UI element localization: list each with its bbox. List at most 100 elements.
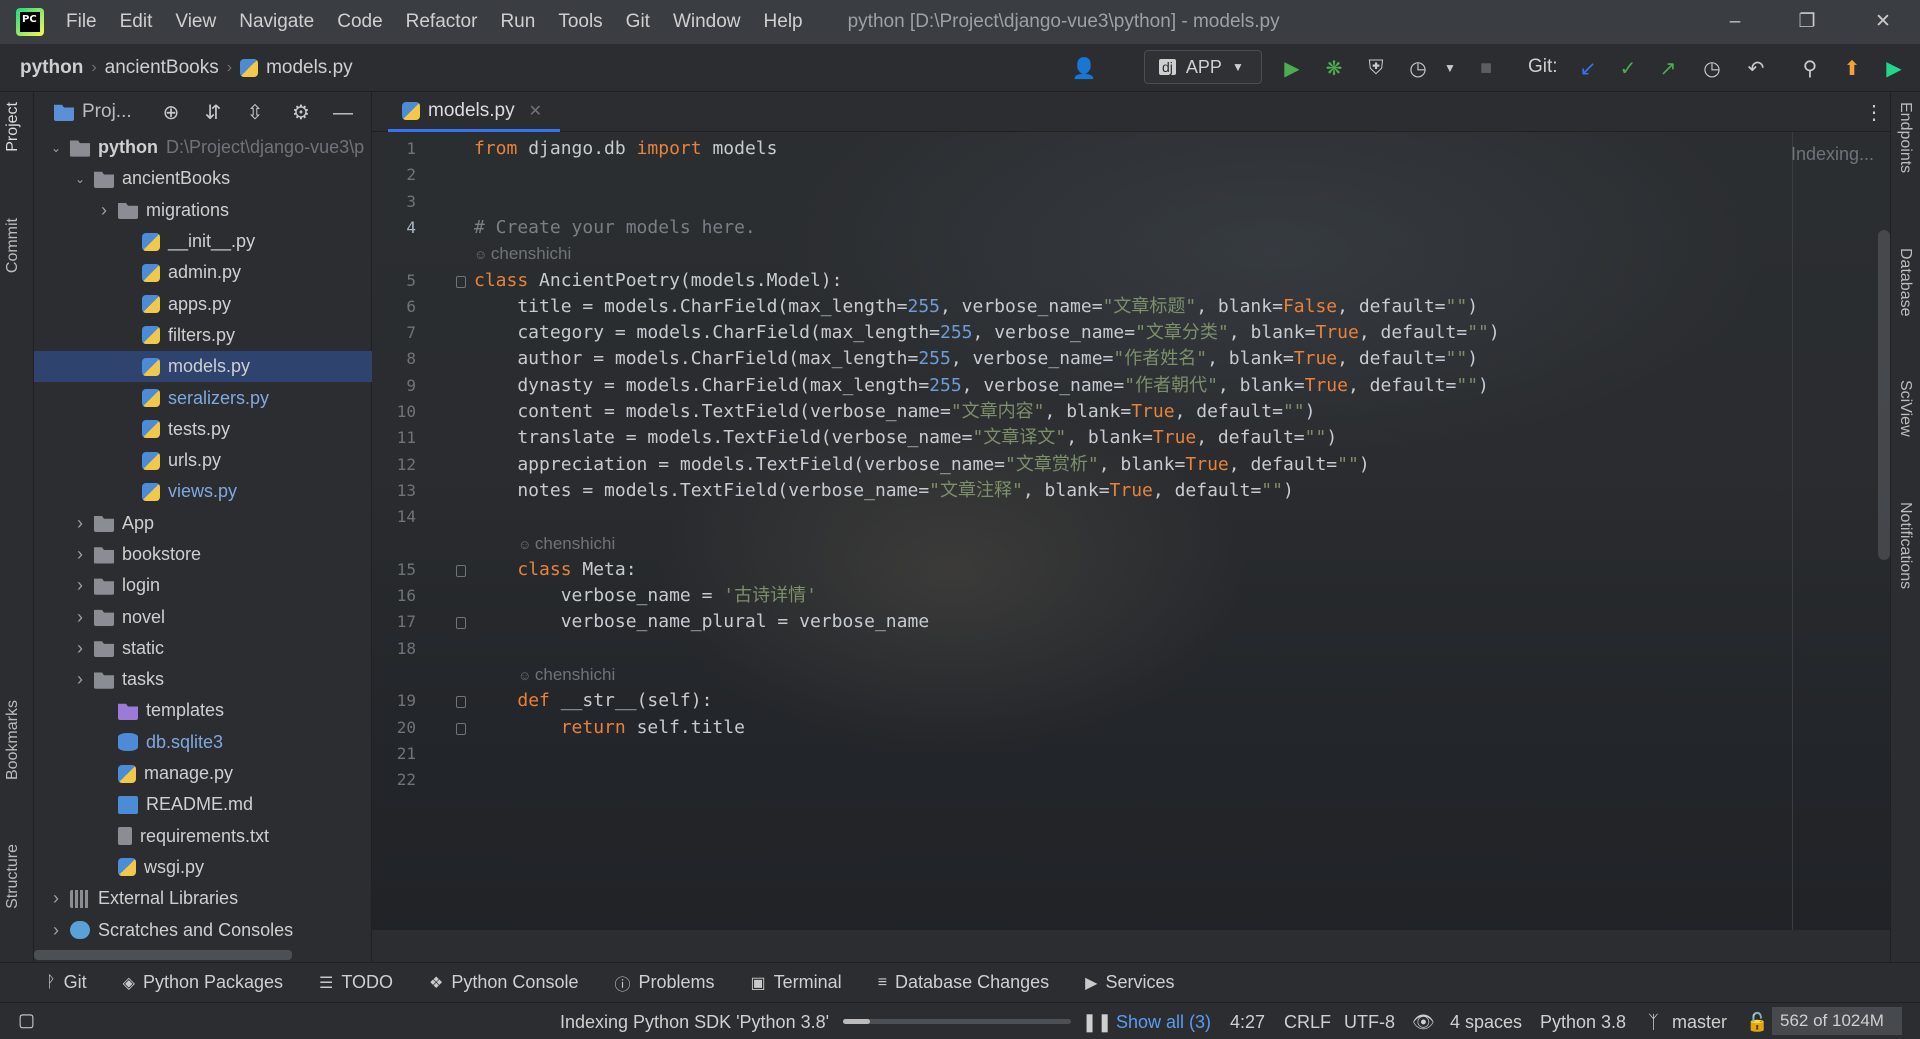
line-separator[interactable]: CRLF	[1284, 1012, 1331, 1033]
tree-item--init-py[interactable]: __init__.py	[34, 226, 372, 257]
tree-item-tasks[interactable]: › tasks	[34, 664, 372, 695]
tree-item-readme-md[interactable]: README.md	[34, 789, 372, 820]
tree-item-scratches-and-consoles[interactable]: › Scratches and Consoles	[34, 914, 372, 945]
lock-icon[interactable]: 🔓	[1746, 1012, 1768, 1033]
menu-file[interactable]: File	[66, 11, 97, 33]
tree-item-manage-py[interactable]: manage.py	[34, 758, 372, 789]
tab-notifications[interactable]: Notifications	[1896, 502, 1914, 589]
gear-icon[interactable]: ⚙	[288, 100, 314, 126]
tree-item-filters-py[interactable]: filters.py	[34, 320, 372, 351]
menu-tools[interactable]: Tools	[558, 11, 602, 33]
jetbrains-toolbox-icon[interactable]: ▶	[1880, 54, 1908, 82]
breadcrumb-folder[interactable]: ancientBooks	[105, 57, 219, 79]
coverage-icon[interactable]: ⛨	[1362, 54, 1390, 82]
hide-panel-icon[interactable]: —	[330, 100, 356, 126]
tree-item-seralizers-py[interactable]: seralizers.py	[34, 382, 372, 413]
tab-sciview[interactable]: SciView	[1896, 380, 1914, 437]
tree-item-tests-py[interactable]: tests.py	[34, 414, 372, 445]
tree-item-python[interactable]: ⌄ python D:\Project\django-vue3\p	[34, 132, 372, 163]
menu-edit[interactable]: Edit	[120, 11, 153, 33]
tool-terminal[interactable]: ▣ Terminal	[751, 972, 842, 993]
tool-services[interactable]: ▶ Services	[1085, 972, 1174, 993]
tool-python-console[interactable]: ❖ Python Console	[429, 972, 578, 993]
author-inlay-hint[interactable]: ☺ chenshichi	[518, 663, 615, 687]
author-inlay-hint[interactable]: ☺ chenshichi	[518, 532, 615, 556]
history-icon[interactable]: ◷	[1698, 54, 1726, 82]
user-icon[interactable]: 👤	[1070, 54, 1098, 82]
menu-help[interactable]: Help	[764, 11, 803, 33]
menu-git[interactable]: Git	[626, 11, 650, 33]
menu-navigate[interactable]: Navigate	[239, 11, 314, 33]
tool-database-changes[interactable]: ≡ Database Changes	[878, 972, 1049, 993]
python-interpreter[interactable]: Python 3.8	[1540, 1012, 1626, 1033]
editor-scrollbar[interactable]	[1878, 230, 1890, 560]
tree-item-external-libraries[interactable]: › External Libraries	[34, 883, 372, 914]
tab-database[interactable]: Database	[1896, 248, 1914, 317]
menu-code[interactable]: Code	[337, 11, 382, 33]
menu-window[interactable]: Window	[673, 11, 741, 33]
locate-file-icon[interactable]: ⊕	[158, 100, 184, 126]
tree-item-urls-py[interactable]: urls.py	[34, 445, 372, 476]
file-encoding[interactable]: UTF-8	[1344, 1012, 1395, 1033]
chevron-down-icon[interactable]: ⌄	[48, 141, 64, 155]
tree-item-db-sqlite3[interactable]: db.sqlite3	[34, 727, 372, 758]
tree-horizontal-scrollbar[interactable]	[34, 950, 292, 960]
tree-item-models-py[interactable]: models.py	[34, 351, 372, 383]
git-update-icon[interactable]: ↙	[1574, 54, 1602, 82]
chevron-right-icon[interactable]: ›	[72, 669, 88, 690]
tool-problems[interactable]: ⓘ Problems	[614, 971, 714, 995]
tab-models-py[interactable]: models.py ✕	[388, 92, 561, 132]
git-commit-icon[interactable]: ✓	[1614, 54, 1642, 82]
chevron-right-icon[interactable]: ›	[72, 544, 88, 565]
tree-item-bookstore[interactable]: › bookstore	[34, 539, 372, 570]
tree-item-static[interactable]: › static	[34, 633, 372, 664]
minimize-icon[interactable]: –	[1720, 8, 1750, 36]
chevron-right-icon[interactable]: ›	[48, 888, 64, 909]
debug-icon[interactable]: ❋	[1320, 54, 1348, 82]
tool-git[interactable]: ᚹ Git	[46, 972, 87, 993]
tree-item-templates[interactable]: templates	[34, 695, 372, 726]
chevron-right-icon[interactable]: ›	[72, 513, 88, 534]
breadcrumb-file[interactable]: models.py	[266, 57, 353, 79]
fold-marker-icon[interactable]	[456, 617, 466, 630]
menu-view[interactable]: View	[175, 11, 216, 33]
project-title[interactable]: Proj...	[82, 101, 132, 123]
tree-item-requirements-txt[interactable]: requirements.txt	[34, 821, 372, 852]
restore-icon[interactable]: ❐	[1792, 8, 1822, 36]
update-icon[interactable]: ⬆	[1838, 54, 1866, 82]
rollback-icon[interactable]: ↶	[1742, 54, 1770, 82]
tree-item-login[interactable]: › login	[34, 570, 372, 601]
fold-marker-icon[interactable]	[456, 722, 466, 735]
expand-all-icon[interactable]: ⇵	[200, 100, 226, 126]
run-configuration-select[interactable]: dj APP ▼	[1144, 50, 1262, 84]
tab-bookmarks[interactable]: Bookmarks	[4, 700, 22, 780]
eye-icon[interactable]: 👁	[1412, 1012, 1435, 1033]
tree-item-ancientbooks[interactable]: ⌄ ancientBooks	[34, 163, 372, 194]
search-icon[interactable]: ⚲	[1796, 54, 1824, 82]
chevron-right-icon[interactable]: ›	[96, 200, 112, 221]
tree-item-views-py[interactable]: views.py	[34, 476, 372, 507]
indent-setting[interactable]: 4 spaces	[1450, 1012, 1522, 1033]
fold-marker-icon[interactable]	[456, 696, 466, 709]
more-options-icon[interactable]: ⋮	[1864, 100, 1884, 125]
tree-item-apps-py[interactable]: apps.py	[34, 288, 372, 319]
memory-indicator[interactable]: 562 of 1024M	[1772, 1007, 1902, 1035]
tree-item-novel[interactable]: › novel	[34, 601, 372, 632]
stop-icon[interactable]: ■	[1472, 54, 1500, 82]
close-window-icon[interactable]: ✕	[1868, 8, 1898, 36]
author-inlay-hint[interactable]: ☺ chenshichi	[474, 242, 571, 266]
tree-item-app[interactable]: › App	[34, 508, 372, 539]
code-area[interactable]: from django.db import models # Create you…	[474, 132, 1854, 930]
tab-commit[interactable]: Commit	[4, 218, 22, 273]
caret-position[interactable]: 4:27	[1230, 1012, 1265, 1033]
pause-icon[interactable]: ❚❚	[1082, 1012, 1112, 1033]
breadcrumb-project[interactable]: python	[20, 57, 83, 79]
show-all-link[interactable]: Show all (3)	[1116, 1012, 1211, 1033]
toggle-panels-icon[interactable]: ▢	[18, 1010, 35, 1031]
chevron-right-icon[interactable]: ›	[48, 920, 64, 941]
git-branch[interactable]: master	[1672, 1012, 1727, 1033]
tab-structure[interactable]: Structure	[4, 844, 22, 909]
tree-item-migrations[interactable]: › migrations	[34, 195, 372, 226]
close-tab-icon[interactable]: ✕	[529, 101, 542, 121]
run-icon[interactable]: ▶	[1278, 54, 1306, 82]
